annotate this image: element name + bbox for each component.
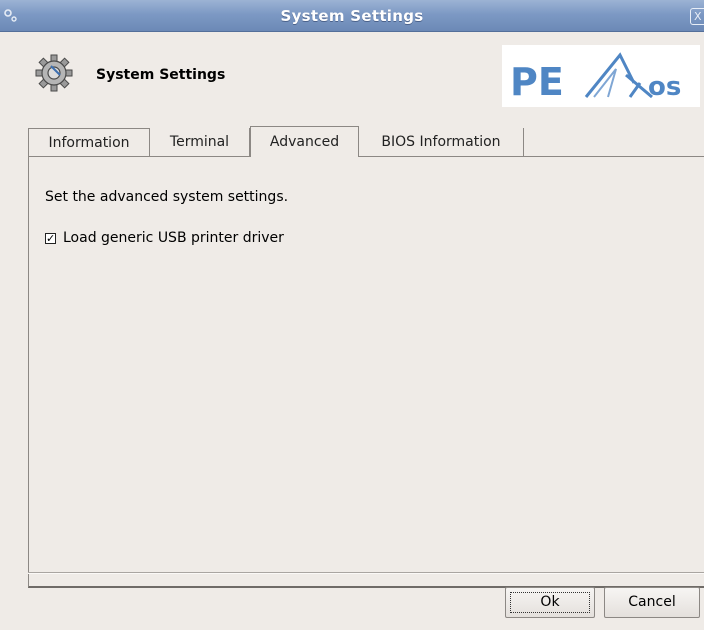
panel-description: Set the advanced system settings. <box>45 189 289 205</box>
peakos-logo: PE os <box>502 45 700 107</box>
usb-printer-driver-label[interactable]: Load generic USB printer driver <box>63 230 284 246</box>
window-title: System Settings <box>280 7 424 25</box>
tab-terminal[interactable]: Terminal <box>150 128 250 156</box>
close-icon: X <box>694 10 702 23</box>
cancel-button[interactable]: Cancel <box>604 587 700 618</box>
peakos-logo-image: PE os <box>510 52 681 104</box>
tab-bios-information[interactable]: BIOS Information <box>359 128 524 156</box>
svg-text:PE: PE <box>510 60 564 104</box>
usb-printer-driver-checkbox[interactable]: ✓ <box>45 232 56 244</box>
window-body: System Settings PE os Information Termin… <box>0 32 704 630</box>
tab-information[interactable]: Information <box>28 128 150 156</box>
svg-text:os: os <box>648 72 681 102</box>
ok-button[interactable]: Ok <box>505 587 595 618</box>
gear-icon <box>35 54 73 92</box>
title-bar[interactable]: System Settings X <box>0 0 704 32</box>
cancel-button-label: Cancel <box>628 594 676 610</box>
tab-advanced[interactable]: Advanced <box>250 126 359 157</box>
separator <box>28 572 704 574</box>
close-button[interactable]: X <box>690 8 704 25</box>
ok-button-label: Ok <box>540 594 560 610</box>
usb-printer-driver-option[interactable]: ✓ Load generic USB printer driver <box>45 230 284 246</box>
page-title: System Settings <box>96 67 226 83</box>
advanced-panel: Set the advanced system settings. ✓ Load… <box>28 156 704 588</box>
